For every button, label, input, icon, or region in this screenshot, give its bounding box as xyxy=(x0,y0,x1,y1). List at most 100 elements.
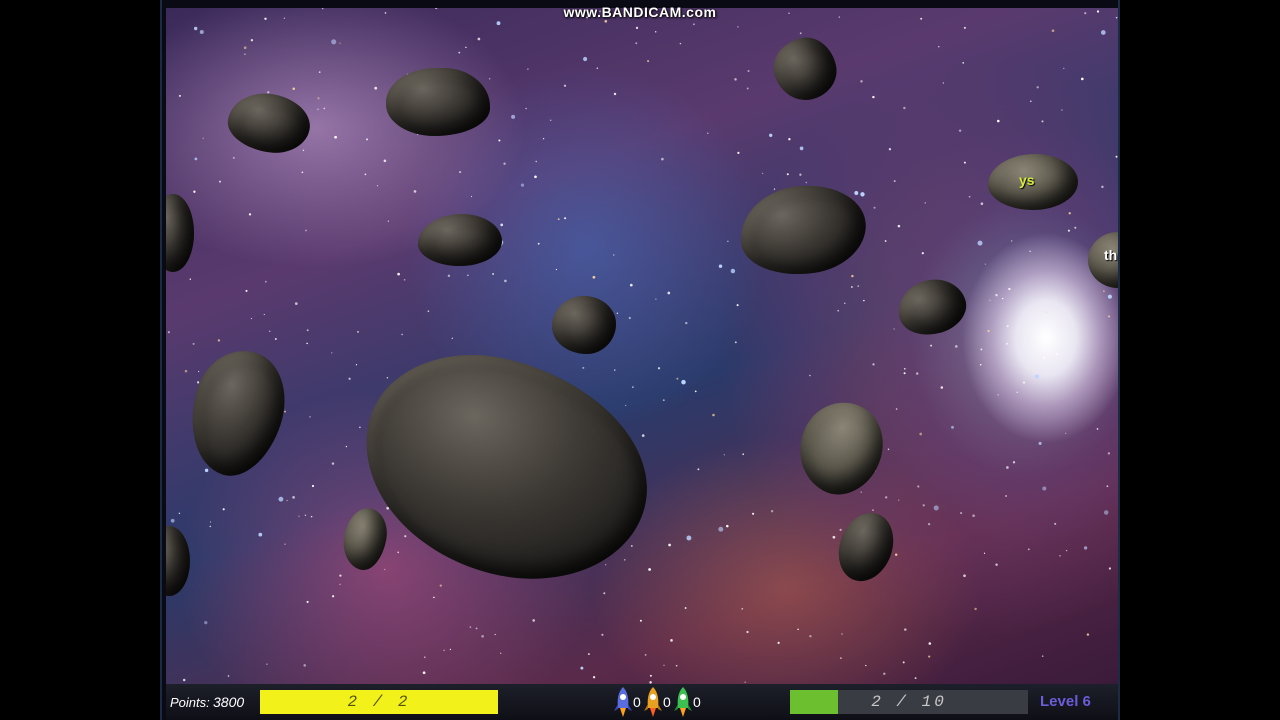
star xyxy=(649,674,652,677)
star xyxy=(1096,428,1099,430)
star xyxy=(359,426,361,429)
star xyxy=(895,408,898,410)
star xyxy=(1008,287,1011,291)
star xyxy=(555,268,558,271)
star xyxy=(535,160,537,163)
star xyxy=(192,342,195,345)
star xyxy=(872,509,874,511)
rocket-green-icon xyxy=(674,687,692,717)
star xyxy=(657,367,661,370)
star xyxy=(592,676,596,679)
star xyxy=(1030,370,1032,372)
word-progress-text: 2 / 2 xyxy=(347,693,411,711)
star xyxy=(883,672,886,676)
star xyxy=(292,496,295,499)
level-label: Level 6 xyxy=(1040,693,1091,710)
star xyxy=(310,515,313,518)
star xyxy=(465,46,467,49)
star xyxy=(684,607,687,609)
star xyxy=(860,192,865,197)
life-orange: 0 xyxy=(644,686,674,718)
star xyxy=(348,377,351,380)
star xyxy=(217,339,221,342)
star xyxy=(209,525,212,528)
star xyxy=(459,171,462,174)
star xyxy=(832,535,836,539)
star xyxy=(592,275,596,279)
star xyxy=(1037,349,1039,352)
star xyxy=(726,524,729,528)
star xyxy=(962,62,965,64)
star xyxy=(916,372,919,375)
star xyxy=(667,291,671,295)
level-progress-bar: 2 / 10 xyxy=(790,690,1028,714)
star xyxy=(178,94,181,97)
star xyxy=(250,39,254,42)
life-count: 0 xyxy=(663,694,671,710)
star xyxy=(799,173,802,176)
star xyxy=(686,535,692,541)
star xyxy=(1034,374,1040,379)
star xyxy=(851,286,853,288)
star xyxy=(422,671,426,675)
star xyxy=(298,515,300,517)
star xyxy=(305,229,307,232)
star xyxy=(269,330,271,332)
star xyxy=(670,639,673,642)
star xyxy=(632,386,634,388)
star xyxy=(648,568,651,571)
star xyxy=(995,293,998,297)
star xyxy=(403,278,406,281)
star xyxy=(227,675,230,677)
star xyxy=(306,329,309,332)
asteroid-word: thi xyxy=(1104,247,1118,263)
star xyxy=(397,551,400,554)
star xyxy=(893,180,896,183)
asteroid-word: ys xyxy=(1019,172,1035,188)
star xyxy=(467,274,469,276)
star xyxy=(286,499,288,502)
star xyxy=(712,413,715,417)
star xyxy=(365,138,369,141)
star xyxy=(663,664,665,666)
star xyxy=(974,607,977,611)
star xyxy=(897,224,901,228)
star xyxy=(306,342,308,345)
star xyxy=(433,596,435,599)
star xyxy=(635,26,639,30)
star xyxy=(613,92,617,96)
star xyxy=(863,299,865,302)
star xyxy=(1005,495,1007,497)
star xyxy=(383,159,387,163)
star xyxy=(872,95,875,99)
star xyxy=(844,302,846,304)
star xyxy=(202,137,204,139)
star xyxy=(197,370,200,373)
star xyxy=(355,364,358,366)
star xyxy=(274,338,277,340)
star xyxy=(694,390,697,393)
star xyxy=(1103,510,1109,515)
star xyxy=(737,26,739,28)
star xyxy=(860,491,862,493)
star xyxy=(1106,485,1109,488)
star xyxy=(888,148,892,151)
star xyxy=(1002,297,1004,300)
star xyxy=(893,328,895,330)
star xyxy=(747,69,750,73)
star xyxy=(685,321,688,325)
star xyxy=(278,496,284,502)
star xyxy=(894,553,898,556)
star xyxy=(873,206,876,209)
star xyxy=(1051,29,1055,33)
star xyxy=(707,132,709,134)
star xyxy=(331,595,335,598)
star xyxy=(854,191,859,195)
star xyxy=(872,363,875,366)
star xyxy=(1016,391,1018,394)
star xyxy=(424,656,426,659)
star xyxy=(222,508,225,511)
level-progress-text: 2 / 10 xyxy=(871,693,947,711)
star xyxy=(809,374,811,377)
star xyxy=(193,190,196,193)
